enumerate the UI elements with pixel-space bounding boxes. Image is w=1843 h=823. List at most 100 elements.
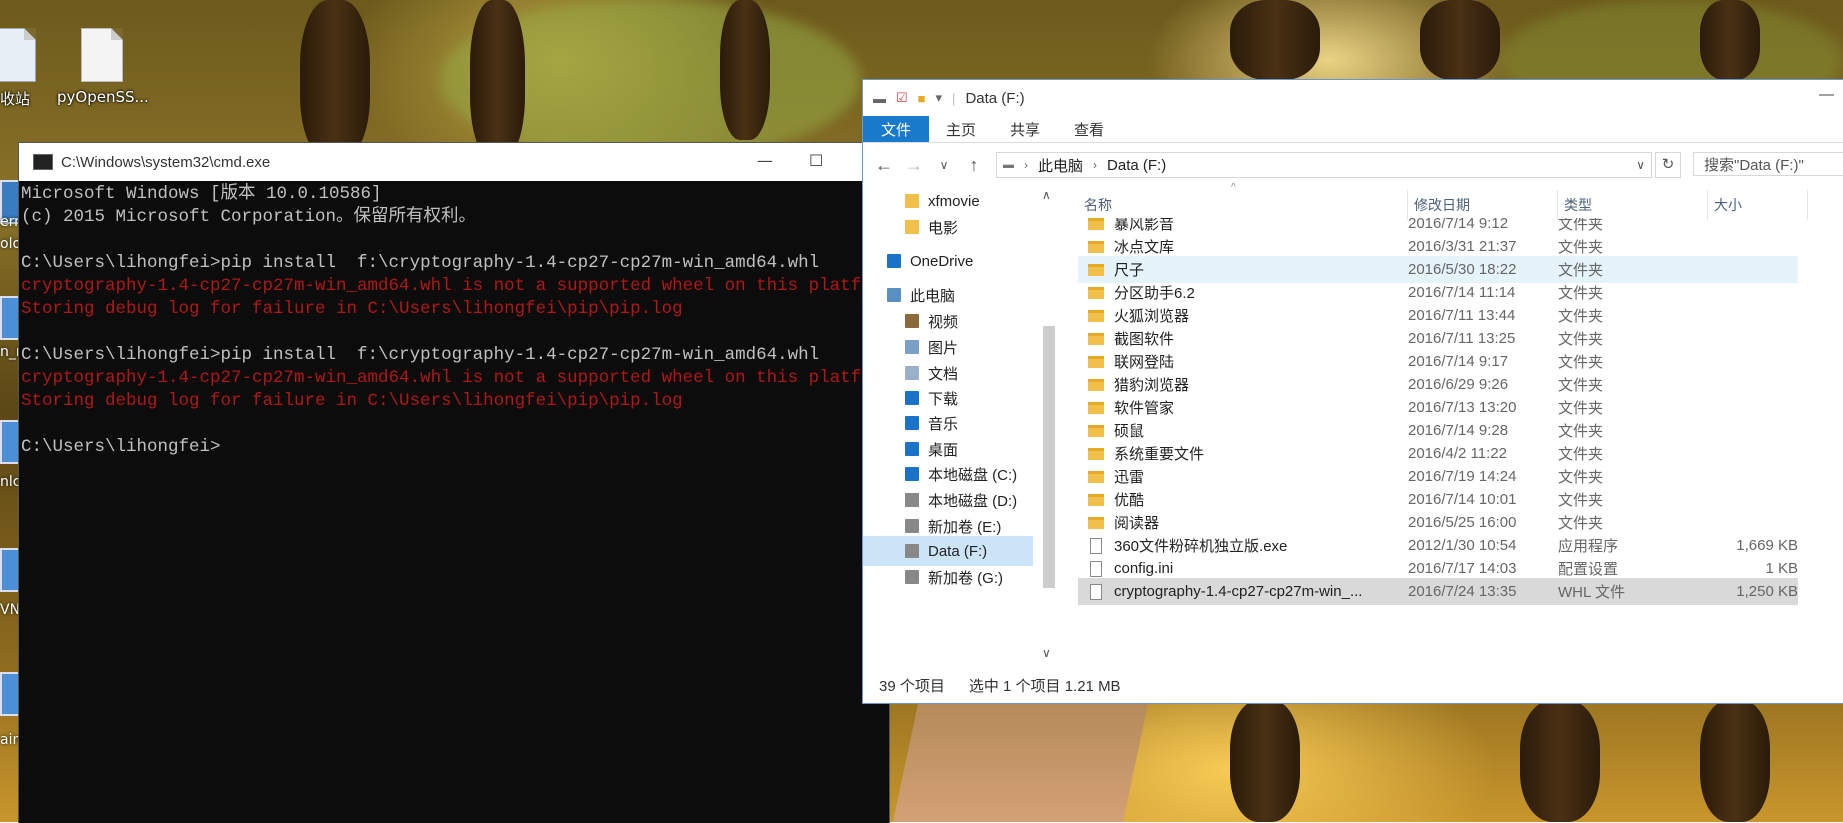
file-date: 2016/4/2 11:22 (1408, 445, 1507, 462)
nav-item-label: OneDrive (910, 252, 974, 270)
forward-arrow-icon[interactable]: → (899, 155, 929, 176)
back-arrow-icon[interactable]: ← (869, 155, 899, 176)
console-error-line: Storing debug log for failure in C:\User… (21, 391, 683, 411)
minimize-button[interactable]: — (757, 151, 773, 170)
nav-item-label: 视频 (928, 313, 959, 331)
nav-item-label: 图片 (928, 339, 959, 357)
column-header-name[interactable]: 名称 ^ (1078, 182, 1408, 220)
desktop-icon-label: pyOpenSS... (57, 88, 149, 106)
folder-icon (1088, 263, 1104, 276)
file-type: 文件夹 (1558, 308, 1604, 325)
folder-icon (1088, 470, 1104, 483)
file-type: 文件夹 (1558, 262, 1604, 279)
nav-item-onedrive[interactable]: OneDrive (863, 246, 1033, 276)
drive-icon: ▬ (1003, 159, 1014, 171)
tree-trunk (300, 0, 370, 160)
file-type: 文件夹 (1558, 331, 1604, 348)
scroll-down-icon[interactable]: ∨ (1042, 646, 1051, 660)
column-header-size[interactable]: 大小 (1708, 190, 1808, 220)
tab-home[interactable]: 主页 (929, 116, 993, 142)
console-error-line: cryptography-1.4-cp27-cp27m-win_amd64.wh… (21, 368, 904, 388)
separator: | (952, 90, 956, 106)
tab-share[interactable]: 共享 (993, 116, 1057, 142)
window-title: Data (F:) (965, 89, 1025, 107)
column-header-date[interactable]: 修改日期 (1408, 190, 1558, 220)
pyopenssl-shortcut[interactable]: pyOpenSS... (57, 28, 149, 106)
file-type: 文件夹 (1558, 446, 1604, 463)
recycle-bin-icon (0, 28, 36, 82)
cmd-titlebar[interactable]: C:\Windows\system32\cmd.exe — ☐ (19, 143, 889, 181)
search-input[interactable]: 搜索"Data (F:)" (1693, 152, 1843, 176)
maximize-button[interactable]: ☐ (809, 151, 823, 170)
folder-icon (1088, 355, 1104, 368)
folder-icon (1088, 401, 1104, 414)
nav-item-label: 本地磁盘 (D:) (928, 492, 1018, 510)
file-list: 暴风影音 2016/7/14 9:12 文件夹 冰点文库 2016/3/31 21:37… (1078, 218, 1843, 664)
file-row[interactable]: cryptography-1.4-cp27-cp27m-win_... 2016/… (1078, 578, 1798, 605)
file-type: 文件夹 (1558, 239, 1604, 256)
scroll-up-icon[interactable]: ∧ (1042, 188, 1051, 202)
file-type: 文件夹 (1558, 469, 1604, 486)
recent-locations-icon[interactable]: ∨ (929, 158, 959, 172)
breadcrumb-data-f[interactable]: Data (F:) (1107, 157, 1166, 174)
file-date: 2016/7/14 11:14 (1408, 284, 1516, 301)
folder-icon (1088, 332, 1104, 345)
file-name: 联网登陆 (1114, 354, 1175, 371)
desktop-icon-label: olo (0, 236, 22, 252)
up-arrow-icon[interactable]: ↑ (959, 155, 989, 176)
file-name: 硕鼠 (1114, 423, 1145, 440)
file-name: 优酷 (1114, 492, 1145, 509)
address-bar[interactable]: ▬ › 此电脑 › Data (F:) ∨ (996, 152, 1652, 178)
nav-item-新加卷-g-[interactable]: 新加卷 (G:) (863, 562, 1033, 592)
file-date: 2016/7/24 13:35 (1408, 583, 1517, 600)
folder-icon (1088, 447, 1104, 460)
cmd-window[interactable]: C:\Windows\system32\cmd.exe — ☐ Microsof… (19, 143, 904, 823)
minimize-button[interactable]: — (1819, 86, 1834, 103)
file-name: 系统重要文件 (1114, 446, 1205, 463)
nav-item-label: 下载 (928, 390, 959, 408)
file-date: 2016/5/25 16:00 (1408, 514, 1517, 531)
desktop-icon-label: 收站 (0, 90, 30, 108)
customize-qat-icon[interactable]: ▾ (936, 90, 943, 106)
item-count: 39 个项目 (879, 677, 945, 695)
console-line: C:\Users\lihongfei> (21, 437, 221, 457)
documents-folder-icon (905, 366, 919, 380)
windows-drive-icon (905, 467, 919, 481)
explorer-titlebar[interactable]: ▬ ☑ ■ ▾ | Data (F:) — (863, 80, 1843, 116)
tab-file[interactable]: 文件 (863, 116, 930, 142)
refresh-button[interactable]: ↻ (1655, 152, 1681, 178)
navigation-pane: xfmovie 电影 OneDrive 此电脑 视频 图片 文档 下载 音乐 桌面 本地磁盘 (C:… (863, 186, 1033, 664)
properties-icon[interactable]: ☑ (896, 90, 908, 106)
tree-trunk (1700, 0, 1760, 80)
cmd-icon (33, 154, 53, 170)
address-dropdown-icon[interactable]: ∨ (1636, 158, 1645, 172)
console-line: C:\Users\lihongfei>pip install f:\crypto… (21, 345, 820, 365)
scrollbar-thumb[interactable] (1043, 326, 1055, 588)
column-header-type[interactable]: 类型 (1558, 190, 1708, 220)
file-date: 2016/7/14 9:12 (1408, 218, 1509, 232)
nav-item-电影[interactable]: 电影 (863, 212, 1033, 242)
breadcrumb-separator-icon[interactable]: › (1093, 158, 1097, 172)
tab-view[interactable]: 查看 (1057, 116, 1121, 142)
folder-icon (905, 220, 919, 234)
file-explorer-window[interactable]: ▬ ☑ ■ ▾ | Data (F:) — 文件 主页 共享 查看 ← → ∨ … (862, 79, 1843, 704)
refresh-icon: ↻ (1661, 156, 1675, 173)
navigation-scrollbar[interactable]: ∧ ∨ (1039, 186, 1059, 664)
file-type: 文件夹 (1558, 423, 1604, 440)
file-date: 2016/7/14 9:28 (1408, 422, 1509, 439)
breadcrumb-this-pc[interactable]: 此电脑 (1038, 155, 1083, 176)
column-label: 名称 (1084, 197, 1112, 213)
breadcrumb-separator-icon[interactable]: › (1024, 158, 1028, 172)
console-output[interactable]: Microsoft Windows [版本 10.0.10586] (c) 201… (19, 181, 904, 459)
file-icon (1090, 537, 1102, 554)
cmd-title: C:\Windows\system32\cmd.exe (61, 153, 271, 171)
file-name: 猎豹浏览器 (1114, 377, 1190, 394)
desktop-icon-label: nlc (0, 474, 21, 490)
file-type: 文件夹 (1558, 377, 1604, 394)
new-folder-icon[interactable]: ■ (918, 91, 926, 106)
file-size: 1 KB (1765, 560, 1798, 577)
file-icon (81, 28, 123, 82)
recycle-bin-shortcut[interactable]: 收站 (0, 28, 60, 109)
